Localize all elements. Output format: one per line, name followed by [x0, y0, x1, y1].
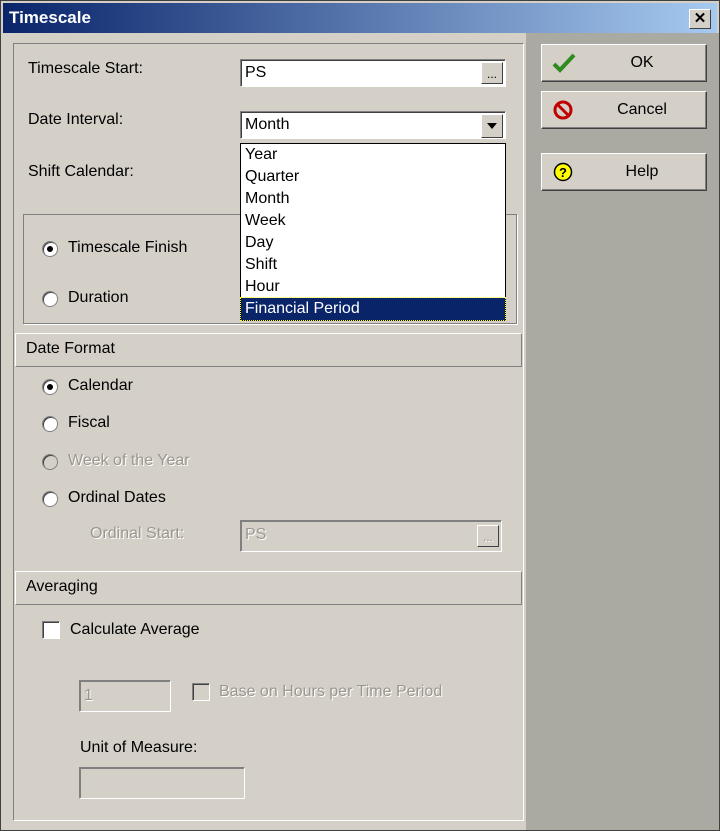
calculate-average-label: Calculate Average	[70, 621, 200, 638]
average-count-field: 1	[79, 680, 171, 712]
cancel-button[interactable]: Cancel	[541, 91, 707, 129]
cancel-label: Cancel	[617, 101, 667, 118]
week-of-year-label: Week of the Year	[68, 452, 190, 469]
ordinal-start-browse-button: ...	[477, 525, 499, 547]
ordinal-start-label: Ordinal Start:	[90, 525, 185, 542]
fiscal-label: Fiscal	[68, 414, 110, 431]
dropdown-option-quarter[interactable]: Quarter	[241, 166, 505, 188]
calculate-average-checkbox[interactable]	[42, 621, 60, 639]
shift-calendar-label: Shift Calendar:	[28, 163, 134, 180]
timescale-start-field[interactable]: PS ...	[240, 59, 506, 87]
dropdown-arrow-icon[interactable]	[481, 114, 503, 138]
date-format-title: Date Format	[26, 340, 115, 357]
averaging-header: Averaging	[15, 571, 522, 605]
calendar-label: Calendar	[68, 377, 133, 394]
date-interval-dropdown-list: Year Quarter Month Week Day Shift Hour F…	[240, 143, 506, 321]
close-button[interactable]: ✕	[689, 9, 711, 29]
timescale-dialog: Timescale ✕ OK Cancel ? Help Timescale S…	[0, 0, 720, 831]
help-label: Help	[625, 163, 659, 180]
unit-of-measure-label: Unit of Measure:	[80, 739, 198, 756]
unit-of-measure-field	[79, 767, 245, 799]
ordinal-dates-radio[interactable]	[42, 491, 58, 507]
timescale-finish-label: Timescale Finish	[68, 239, 188, 256]
duration-radio[interactable]	[42, 291, 58, 307]
dropdown-option-week[interactable]: Week	[241, 210, 505, 232]
base-on-hours-checkbox	[192, 683, 210, 701]
week-of-year-radio	[42, 454, 58, 470]
fiscal-radio[interactable]	[42, 416, 58, 432]
dropdown-option-financial-period[interactable]: Financial Period	[240, 297, 506, 321]
date-format-header: Date Format	[15, 333, 522, 367]
ordinal-dates-label: Ordinal Dates	[68, 489, 166, 506]
duration-label: Duration	[68, 289, 129, 306]
averaging-title: Averaging	[26, 578, 98, 595]
dropdown-option-month[interactable]: Month	[241, 188, 505, 210]
title-bar[interactable]: Timescale ✕	[3, 3, 717, 33]
help-button[interactable]: ? Help	[541, 153, 707, 191]
date-interval-select[interactable]: Month	[240, 111, 506, 139]
ok-label: OK	[630, 54, 654, 71]
ok-button[interactable]: OK	[541, 44, 707, 82]
ordinal-start-field: PS ...	[240, 520, 502, 552]
dropdown-option-year[interactable]: Year	[241, 144, 505, 166]
window-title: Timescale	[9, 8, 91, 27]
ordinal-start-value: PS	[245, 526, 267, 543]
dropdown-option-day[interactable]: Day	[241, 232, 505, 254]
timescale-finish-radio[interactable]	[42, 241, 58, 257]
timescale-start-value: PS	[245, 64, 267, 81]
base-on-hours-label: Base on Hours per Time Period	[219, 683, 443, 700]
timescale-start-browse-button[interactable]: ...	[481, 62, 503, 84]
timescale-start-label: Timescale Start:	[28, 60, 143, 77]
date-interval-value: Month	[245, 116, 290, 133]
date-interval-label: Date Interval:	[28, 111, 124, 128]
dropdown-option-hour[interactable]: Hour	[241, 276, 505, 298]
calendar-radio[interactable]	[42, 379, 58, 395]
dropdown-option-shift[interactable]: Shift	[241, 254, 505, 276]
average-count-value: 1	[84, 687, 93, 704]
